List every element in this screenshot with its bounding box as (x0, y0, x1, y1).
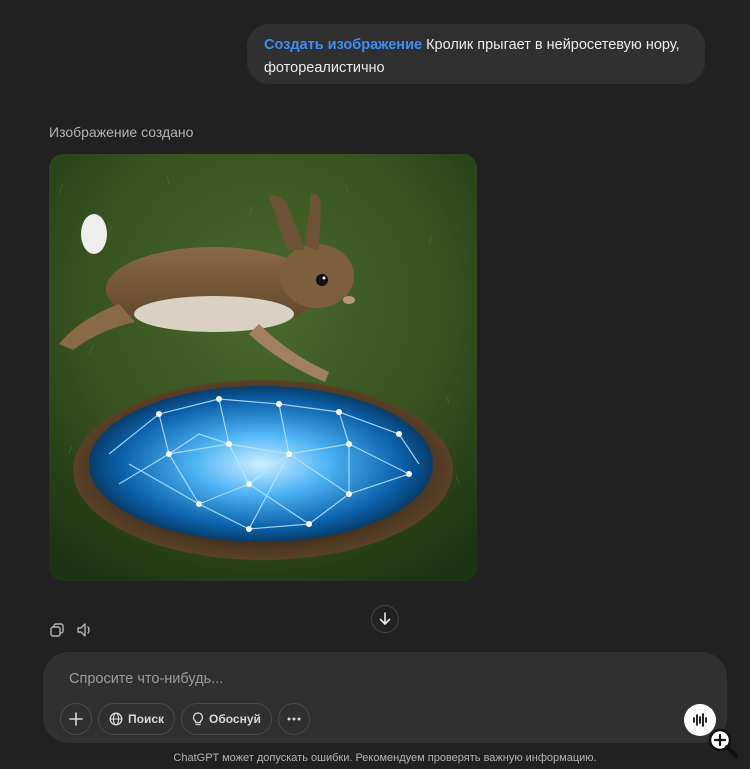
generated-image[interactable] (49, 154, 477, 581)
scroll-to-bottom-button[interactable] (371, 605, 399, 633)
search-button[interactable]: Поиск (98, 703, 176, 735)
composer: Поиск Обоснуй (43, 652, 727, 743)
create-image-command[interactable]: Создать изображение (264, 37, 422, 53)
speaker-icon (77, 623, 90, 637)
globe-icon (109, 712, 123, 726)
lightbulb-icon (192, 712, 204, 726)
more-tools-button[interactable] (277, 703, 310, 735)
attach-button[interactable] (60, 703, 92, 735)
reason-button[interactable]: Обоснуй (181, 703, 272, 735)
search-label: Поиск (128, 712, 165, 726)
read-aloud-button[interactable] (76, 621, 94, 639)
message-actions (48, 621, 94, 639)
copy-icon (50, 623, 64, 637)
composer-tools: Поиск Обоснуй (60, 703, 310, 735)
image-created-status: Изображение создано (49, 124, 194, 140)
copy-button[interactable] (48, 621, 66, 639)
reason-label: Обоснуй (209, 712, 261, 726)
arrow-down-icon (379, 612, 391, 625)
disclaimer: ChatGPT может допускать ошибки. Рекоменд… (173, 752, 597, 764)
ellipsis-icon (287, 717, 301, 721)
prompt-input[interactable] (67, 668, 631, 690)
plus-icon (69, 712, 83, 726)
user-message-bubble: Создать изображение Кролик прыгает в ней… (247, 24, 705, 84)
